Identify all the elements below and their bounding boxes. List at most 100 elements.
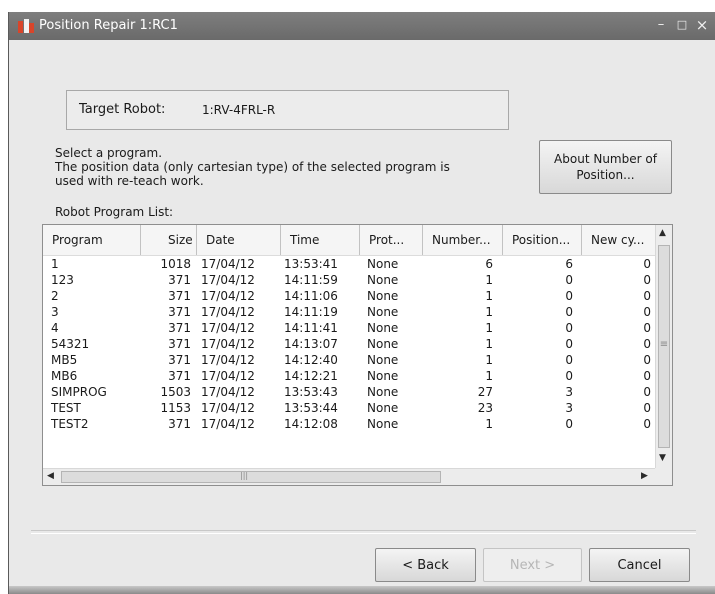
table-header: Program Size Date Time Prot... Number...… xyxy=(43,225,655,256)
cancel-button[interactable]: Cancel xyxy=(589,548,690,582)
table-cell: 371 xyxy=(168,273,191,287)
table-cell: 13:53:41 xyxy=(284,257,338,271)
scroll-down-icon[interactable]: ▼ xyxy=(659,453,666,463)
table-cell: 14:11:41 xyxy=(284,321,338,335)
table-cell: MB6 xyxy=(51,369,78,383)
column-header-number[interactable]: Number... xyxy=(423,225,503,255)
table-row[interactable]: SIMPROG 1503 17/04/12 13:53:43 None 27 3 0 xyxy=(43,384,655,400)
instruction-line: The position data (only cartesian type) … xyxy=(55,160,450,174)
column-header-position[interactable]: Position... xyxy=(503,225,582,255)
column-header-protect[interactable]: Prot... xyxy=(360,225,423,255)
table-cell: TEST xyxy=(51,401,81,415)
table-cell: 0 xyxy=(643,337,651,351)
table-cell: 14:12:08 xyxy=(284,417,338,431)
table-cell: 0 xyxy=(643,385,651,399)
table-cell: 0 xyxy=(643,257,651,271)
table-cell: 14:13:07 xyxy=(284,337,338,351)
maximize-button[interactable]: □ xyxy=(673,16,691,34)
table-cell: 371 xyxy=(168,353,191,367)
table-cell: 1 xyxy=(485,417,493,431)
column-header-new-cycle[interactable]: New cy... xyxy=(582,225,655,255)
table-row[interactable]: 3 371 17/04/12 14:11:19 None 1 0 0 xyxy=(43,304,655,320)
table-row[interactable]: MB6 371 17/04/12 14:12:21 None 1 0 0 xyxy=(43,368,655,384)
horizontal-scroll-thumb[interactable]: ||| xyxy=(61,471,441,483)
table-cell: None xyxy=(367,337,399,351)
minimize-button[interactable]: – xyxy=(652,16,670,34)
table-cell: 17/04/12 xyxy=(201,401,255,415)
table-cell: 2 xyxy=(51,289,59,303)
robot-program-table[interactable]: Program Size Date Time Prot... Number...… xyxy=(42,224,673,486)
scroll-left-icon[interactable]: ◀ xyxy=(47,471,54,481)
column-header-program[interactable]: Program xyxy=(43,225,141,255)
table-cell: 0 xyxy=(565,273,573,287)
table-cell: 371 xyxy=(168,321,191,335)
table-cell: 3 xyxy=(565,401,573,415)
table-cell: 27 xyxy=(477,385,493,399)
table-cell: 1 xyxy=(485,305,493,319)
table-cell: 13:53:43 xyxy=(284,385,338,399)
target-robot-box: Target Robot: 1:RV-4FRL-R xyxy=(66,90,509,130)
table-cell: 0 xyxy=(643,417,651,431)
table-cell: 0 xyxy=(643,305,651,319)
column-header-date[interactable]: Date xyxy=(197,225,281,255)
table-row[interactable]: TEST2 371 17/04/12 14:12:08 None 1 0 0 xyxy=(43,416,655,432)
table-cell: 0 xyxy=(643,369,651,383)
table-cell: 17/04/12 xyxy=(201,273,255,287)
table-cell: 17/04/12 xyxy=(201,369,255,383)
table-cell: 17/04/12 xyxy=(201,289,255,303)
table-cell: 1 xyxy=(485,337,493,351)
table-cell: 0 xyxy=(565,417,573,431)
table-cell: 17/04/12 xyxy=(201,305,255,319)
table-row[interactable]: 1 1018 17/04/12 13:53:41 None 6 6 0 xyxy=(43,256,655,272)
table-cell: MB5 xyxy=(51,353,78,367)
table-cell: 17/04/12 xyxy=(201,337,255,351)
close-button[interactable]: × xyxy=(693,16,711,34)
table-row[interactable]: 123 371 17/04/12 14:11:59 None 1 0 0 xyxy=(43,272,655,288)
table-cell: 14:11:19 xyxy=(284,305,338,319)
next-button[interactable]: Next > xyxy=(483,548,582,582)
scroll-up-icon[interactable]: ▲ xyxy=(659,228,666,238)
column-header-time[interactable]: Time xyxy=(281,225,360,255)
table-cell: 1 xyxy=(485,289,493,303)
table-cell: None xyxy=(367,305,399,319)
table-row[interactable]: 2 371 17/04/12 14:11:06 None 1 0 0 xyxy=(43,288,655,304)
table-cell: 371 xyxy=(168,289,191,303)
table-cell: TEST2 xyxy=(51,417,89,431)
table-cell: 1153 xyxy=(160,401,191,415)
table-cell: 17/04/12 xyxy=(201,353,255,367)
table-cell: 3 xyxy=(51,305,59,319)
target-robot-value: 1:RV-4FRL-R xyxy=(202,103,276,117)
table-cell: 0 xyxy=(643,353,651,367)
instruction-line: used with re-teach work. xyxy=(55,174,204,188)
scrollbar-corner xyxy=(655,468,672,485)
table-cell: 0 xyxy=(643,273,651,287)
table-cell: 0 xyxy=(643,321,651,335)
table-row[interactable]: 4 371 17/04/12 14:11:41 None 1 0 0 xyxy=(43,320,655,336)
vertical-scroll-thumb[interactable]: ≡ xyxy=(658,245,670,448)
vertical-scrollbar[interactable]: ▲ ≡ ▼ xyxy=(655,225,672,468)
instructions-text: Select a program. The position data (onl… xyxy=(55,146,450,188)
title-bar[interactable]: Position Repair 1:RC1 – □ × xyxy=(9,12,715,40)
table-cell: None xyxy=(367,385,399,399)
back-button[interactable]: < Back xyxy=(375,548,476,582)
table-cell: 0 xyxy=(643,289,651,303)
about-number-of-position-button[interactable]: About Number of Position... xyxy=(539,140,672,194)
table-cell: 17/04/12 xyxy=(201,417,255,431)
table-cell: 14:11:59 xyxy=(284,273,338,287)
table-cell: 0 xyxy=(565,337,573,351)
table-cell: 14:11:06 xyxy=(284,289,338,303)
horizontal-scrollbar[interactable]: ◀ ||| ▶ xyxy=(43,468,655,485)
table-row[interactable]: TEST 1153 17/04/12 13:53:44 None 23 3 0 xyxy=(43,400,655,416)
table-cell: None xyxy=(367,353,399,367)
table-cell: None xyxy=(367,401,399,415)
table-cell: 3 xyxy=(565,385,573,399)
scroll-right-icon[interactable]: ▶ xyxy=(641,471,648,481)
table-cell: 0 xyxy=(565,289,573,303)
window-bottom-border xyxy=(9,586,715,594)
divider xyxy=(31,530,696,534)
column-header-size[interactable]: Size xyxy=(141,225,197,255)
table-row[interactable]: MB5 371 17/04/12 14:12:40 None 1 0 0 xyxy=(43,352,655,368)
table-cell: 371 xyxy=(168,369,191,383)
table-row[interactable]: 54321 371 17/04/12 14:13:07 None 1 0 0 xyxy=(43,336,655,352)
table-cell: 23 xyxy=(477,401,493,415)
